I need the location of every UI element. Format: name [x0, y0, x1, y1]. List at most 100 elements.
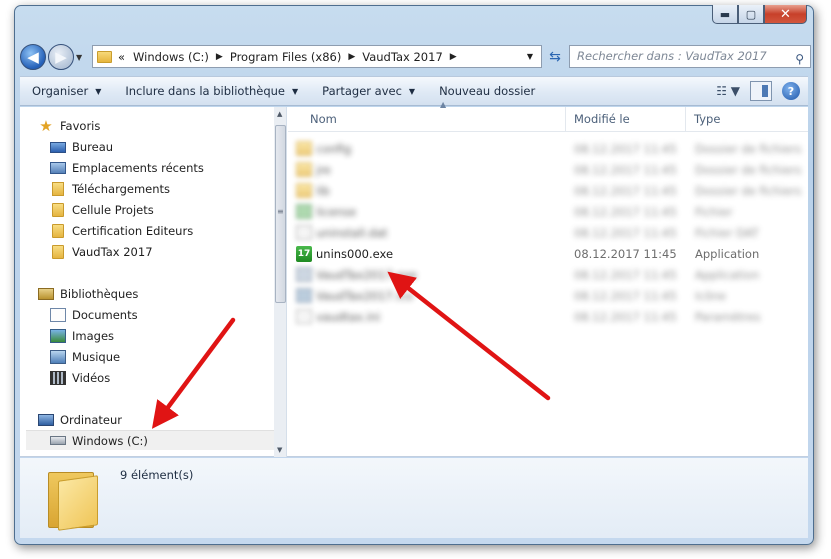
refresh-icon[interactable]: ⇆ [546, 48, 564, 66]
column-modified[interactable]: Modifié le [566, 107, 686, 132]
folder-icon [296, 141, 312, 156]
preview-pane-icon[interactable] [750, 81, 772, 101]
nav-item-documents[interactable]: Documents [50, 305, 138, 325]
scroll-up-icon[interactable]: ▲ [277, 110, 282, 118]
file-name: lib [316, 183, 330, 198]
scroll-down-icon[interactable]: ▼ [277, 446, 282, 454]
nav-libraries[interactable]: Bibliothèques [38, 284, 138, 304]
file-row[interactable]: VaudTax2017.exe 08.12.2017 11:45 Applica… [288, 264, 808, 285]
libraries-icon [38, 288, 54, 300]
view-options-icon[interactable]: ☷ ▼ [716, 84, 740, 98]
documents-icon [50, 308, 66, 322]
search-placeholder: Rechercher dans : VaudTax 2017 [577, 49, 767, 63]
file-modified: 08.12.2017 11:45 [574, 309, 677, 324]
chevron-down-icon: ▼ [292, 86, 299, 96]
chevron-right-icon[interactable]: ▶ [348, 52, 355, 62]
file-type: Application [695, 246, 760, 261]
nav-item-label: Vidéos [72, 371, 111, 385]
desktop-icon [50, 141, 66, 153]
column-name[interactable]: Nom [302, 107, 566, 132]
chevron-right-icon[interactable]: ▶ [450, 52, 457, 62]
nav-item-images[interactable]: Images [50, 326, 114, 346]
file-type: Icône [695, 288, 727, 303]
file-row[interactable]: license 08.12.2017 11:45 Fichier [288, 201, 808, 222]
nav-item-bureau[interactable]: Bureau [50, 137, 113, 157]
back-button[interactable]: ◀ [20, 44, 46, 70]
file-icon [296, 225, 312, 240]
maximize-button[interactable]: ▢ [738, 5, 764, 24]
breadcrumb-program-files[interactable]: Program Files (x86) [230, 50, 341, 64]
file-modified: 08.12.2017 11:45 [574, 288, 677, 303]
file-modified: 08.12.2017 11:45 [574, 225, 677, 240]
file-icon [296, 309, 312, 324]
drive-icon [50, 436, 66, 445]
file-list: ▲ Nom Modifié le Type config 08.12.2017 … [288, 100, 808, 457]
nav-item-label: Téléchargements [72, 182, 171, 196]
chevron-right-icon[interactable]: ▶ [216, 52, 223, 62]
nav-item-downloads[interactable]: Téléchargements [50, 179, 170, 199]
file-type: Dossier de fichiers [695, 162, 802, 177]
file-name: vaudtax.ini [316, 309, 381, 324]
include-library-button[interactable]: Inclure dans la bibliothèque ▼ [113, 77, 310, 105]
file-row[interactable]: VaudTax2017.ico 08.12.2017 11:45 Icône [288, 285, 808, 306]
file-row[interactable]: uninstall.dat 08.12.2017 11:45 Fichier D… [288, 222, 808, 243]
nav-favorites[interactable]: ★ Favoris [38, 116, 100, 136]
forward-button[interactable]: ▶ [48, 44, 74, 70]
address-dropdown-icon[interactable]: ▼ [527, 52, 533, 61]
nav-item-cellule-projets[interactable]: Cellule Projets [50, 200, 154, 220]
downloads-folder-icon [52, 182, 64, 196]
file-row[interactable]: config 08.12.2017 11:45 Dossier de fichi… [288, 138, 808, 159]
star-icon: ★ [39, 117, 53, 135]
file-modified: 08.12.2017 11:45 [574, 204, 677, 219]
breadcrumb-overflow[interactable]: « [118, 50, 125, 64]
file-type: Dossier de fichiers [695, 183, 802, 198]
search-input[interactable]: Rechercher dans : VaudTax 2017 ⚲ [569, 45, 811, 68]
item-count: 9 élément(s) [120, 468, 194, 482]
nav-item-label: Musique [72, 350, 121, 364]
music-icon [50, 350, 66, 364]
navigation-row: ◀ ▶ ▼ « Windows (C:) ▶ Program Files (x8… [20, 43, 811, 71]
minimize-button[interactable]: ▬ [712, 5, 738, 24]
folder-icon [296, 162, 312, 177]
address-bar[interactable]: « Windows (C:) ▶ Program Files (x86) ▶ V… [92, 45, 542, 68]
organize-label: Organiser [32, 84, 89, 98]
column-type[interactable]: Type [686, 107, 808, 132]
recent-pages-dropdown[interactable]: ▼ [76, 53, 82, 62]
file-type: Fichier [695, 204, 733, 219]
file-row-unins000[interactable]: 17 unins000.exe 08.12.2017 11:45 Applica… [288, 243, 808, 264]
navigation-pane: ★ Favoris Bureau Emplacements récents Té… [20, 107, 287, 457]
nav-computer[interactable]: Ordinateur [38, 410, 122, 430]
chevron-down-icon: ▼ [95, 86, 102, 96]
nav-item-windows-c[interactable]: Windows (C:) [26, 430, 274, 450]
file-name: VaudTax2017.exe [316, 267, 417, 282]
file-type: Paramètres [695, 309, 761, 324]
file-modified: 08.12.2017 11:45 [574, 267, 677, 282]
nav-item-vaudtax[interactable]: VaudTax 2017 [50, 242, 153, 262]
file-row[interactable]: lib 08.12.2017 11:45 Dossier de fichiers [288, 180, 808, 201]
chevron-down-icon: ▼ [408, 86, 416, 96]
nav-item-label: Certification Editeurs [72, 224, 194, 238]
search-icon[interactable]: ⚲ [795, 49, 804, 70]
file-name: unins000.exe [316, 246, 394, 261]
file-row[interactable]: jre 08.12.2017 11:45 Dossier de fichiers [288, 159, 808, 180]
folder-icon [97, 50, 112, 63]
breadcrumb-windows-c[interactable]: Windows (C:) [133, 50, 209, 64]
nav-scrollbar[interactable]: ▲ ≡ ▼ [274, 107, 286, 457]
organize-button[interactable]: Organiser ▼ [20, 77, 113, 105]
nav-item-label: Bureau [72, 140, 114, 154]
nav-libraries-label: Bibliothèques [60, 287, 139, 301]
computer-icon [38, 414, 54, 426]
close-button[interactable]: ✕ [764, 5, 807, 24]
details-pane: 9 élément(s) [20, 458, 808, 538]
nav-item-recent[interactable]: Emplacements récents [50, 158, 204, 178]
nav-item-videos[interactable]: Vidéos [50, 368, 110, 388]
nav-item-certification[interactable]: Certification Editeurs [50, 221, 193, 241]
breadcrumb-vaudtax[interactable]: VaudTax 2017 [362, 50, 443, 64]
file-name: license [316, 204, 357, 219]
nav-item-label: Images [72, 329, 115, 343]
file-row[interactable]: vaudtax.ini 08.12.2017 11:45 Paramètres [288, 306, 808, 327]
nav-item-music[interactable]: Musique [50, 347, 120, 367]
nav-item-label: VaudTax 2017 [72, 245, 153, 259]
share-with-button[interactable]: Partager avec ▼ [310, 77, 427, 105]
help-icon[interactable]: ? [782, 82, 800, 100]
